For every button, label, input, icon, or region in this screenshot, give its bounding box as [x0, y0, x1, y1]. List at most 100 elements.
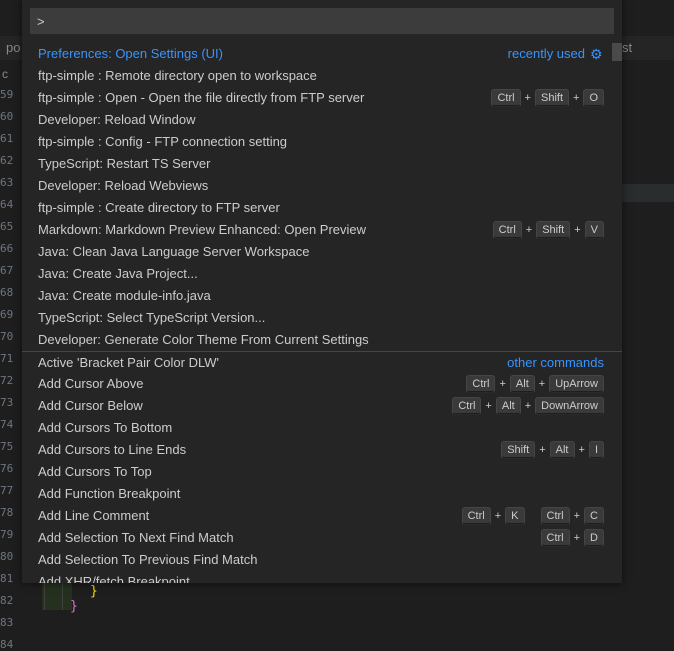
line-number: 74: [0, 418, 14, 431]
command-label: ftp-simple : Create directory to FTP ser…: [38, 200, 280, 215]
keybinding: Ctrl + D: [540, 527, 604, 549]
command-label: ftp-simple : Config - FTP connection set…: [38, 134, 288, 149]
command-label: Java: Create module-info.java: [38, 288, 211, 303]
command-meta: other commands: [507, 352, 604, 374]
key-separator: +: [578, 444, 585, 456]
command-meta: Ctrl + D: [540, 527, 604, 549]
line-number: 83: [0, 616, 14, 629]
line-number: 64: [0, 198, 14, 211]
command-label: Add Cursor Below: [38, 398, 143, 413]
line-number: 71: [0, 352, 14, 365]
command-label: Add Selection To Previous Find Match: [38, 552, 258, 567]
keybinding: Ctrl + K: [461, 505, 525, 527]
key-separator: +: [573, 532, 581, 544]
command-item[interactable]: Add XHR/fetch Breakpoint: [22, 571, 622, 583]
key-cap: Ctrl: [466, 375, 496, 393]
command-label: Add Cursor Above: [38, 376, 144, 391]
key-cap: Ctrl: [492, 221, 522, 239]
command-label: Active 'Bracket Pair Color DLW': [38, 355, 219, 370]
line-number: 69: [0, 308, 14, 321]
command-item[interactable]: ftp-simple : Config - FTP connection set…: [22, 131, 622, 153]
command-meta: Shift + Alt + I: [501, 439, 604, 461]
command-label: Java: Create Java Project...: [38, 266, 198, 281]
line-number: 72: [0, 374, 14, 387]
key-cap: Ctrl: [452, 397, 482, 415]
line-number: 79: [0, 528, 14, 541]
command-label: Add Cursors To Top: [38, 464, 152, 479]
key-cap: I: [588, 441, 604, 459]
key-separator: +: [574, 224, 581, 236]
key-separator: +: [573, 92, 580, 104]
line-number: 63: [0, 176, 14, 189]
gear-icon[interactable]: ⚙: [590, 47, 604, 61]
line-number: 62: [0, 154, 14, 167]
line-number: 77: [0, 484, 14, 497]
command-item[interactable]: Java: Clean Java Language Server Workspa…: [22, 241, 622, 263]
command-label: Add XHR/fetch Breakpoint: [38, 574, 190, 583]
command-group-label: other commands: [507, 355, 604, 370]
key-cap: V: [584, 221, 604, 239]
line-number: 70: [0, 330, 14, 343]
command-label: TypeScript: Restart TS Server: [38, 156, 211, 171]
breadcrumb-fragment[interactable]: c: [2, 67, 8, 81]
key-cap: Shift: [536, 221, 571, 239]
key-separator: +: [524, 92, 531, 104]
command-item[interactable]: Developer: Reload Webviews: [22, 175, 622, 197]
command-label: Add Selection To Next Find Match: [38, 530, 234, 545]
key-separator: +: [525, 224, 533, 236]
key-cap: Alt: [509, 375, 535, 393]
command-item[interactable]: ftp-simple : Create directory to FTP ser…: [22, 197, 622, 219]
key-cap: D: [584, 529, 604, 547]
command-palette: Preferences: Open Settings (UI) recently …: [22, 0, 622, 583]
command-item[interactable]: Add Cursor Above Ctrl + Alt + UpArrow: [22, 373, 622, 395]
key-cap: Shift: [534, 89, 569, 107]
current-line-highlight: [620, 184, 674, 202]
command-item[interactable]: ftp-simple : Open - Open the file direct…: [22, 87, 622, 109]
command-item[interactable]: Add Cursor Below Ctrl + Alt + DownArrow: [22, 395, 622, 417]
key-cap: Alt: [495, 397, 521, 415]
command-label: Developer: Reload Webviews: [38, 178, 209, 193]
command-item[interactable]: Preferences: Open Settings (UI) recently …: [22, 43, 622, 65]
command-item[interactable]: ftp-simple : Remote directory open to wo…: [22, 65, 622, 87]
line-number: 65: [0, 220, 14, 233]
command-item[interactable]: TypeScript: Select TypeScript Version...: [22, 307, 622, 329]
command-list-scrollbar[interactable]: [612, 43, 622, 61]
command-label: ftp-simple : Open - Open the file direct…: [38, 90, 365, 105]
command-item[interactable]: Add Line Comment Ctrl + K Ctrl + C: [22, 505, 622, 527]
tab-fragment-left[interactable]: po: [6, 40, 20, 55]
key-separator: +: [494, 510, 502, 522]
command-label: Preferences: Open Settings (UI): [38, 46, 223, 61]
line-number: 76: [0, 462, 14, 475]
key-separator: +: [539, 444, 546, 456]
command-label: Developer: Generate Color Theme From Cur…: [38, 332, 369, 347]
key-cap: K: [505, 507, 525, 525]
command-group-label: recently used: [507, 46, 585, 61]
line-number: 84: [0, 638, 14, 651]
command-item[interactable]: Add Cursors To Top: [22, 461, 622, 483]
command-item[interactable]: Markdown: Markdown Preview Enhanced: Ope…: [22, 219, 622, 241]
tab-fragment-right[interactable]: st: [622, 40, 632, 55]
command-label: Add Line Comment: [38, 508, 150, 523]
command-item[interactable]: Developer: Generate Color Theme From Cur…: [22, 329, 622, 351]
command-item[interactable]: Add Cursors to Line Ends Shift + Alt + I: [22, 439, 622, 461]
keybinding: Ctrl + Alt + UpArrow: [466, 373, 604, 395]
keybinding: Shift + Alt + I: [501, 439, 604, 461]
command-item[interactable]: Java: Create module-info.java: [22, 285, 622, 307]
command-item[interactable]: TypeScript: Restart TS Server: [22, 153, 622, 175]
command-item[interactable]: Java: Create Java Project...: [22, 263, 622, 285]
key-cap: Ctrl: [491, 89, 521, 107]
command-input-box: [30, 8, 614, 34]
command-label: TypeScript: Select TypeScript Version...: [38, 310, 266, 325]
command-item[interactable]: Add Cursors To Bottom: [22, 417, 622, 439]
command-item[interactable]: Add Selection To Previous Find Match: [22, 549, 622, 571]
command-item[interactable]: Active 'Bracket Pair Color DLW' other com…: [22, 351, 622, 373]
line-number: 81: [0, 572, 14, 585]
key-cap: Alt: [549, 441, 575, 459]
command-meta: Ctrl + Shift + V: [492, 219, 604, 241]
command-item[interactable]: Developer: Reload Window: [22, 109, 622, 131]
command-item[interactable]: Add Selection To Next Find Match Ctrl + D: [22, 527, 622, 549]
command-item[interactable]: Add Function Breakpoint: [22, 483, 622, 505]
key-separator: +: [573, 510, 581, 522]
command-input[interactable]: [31, 9, 613, 33]
key-separator: +: [499, 378, 506, 390]
